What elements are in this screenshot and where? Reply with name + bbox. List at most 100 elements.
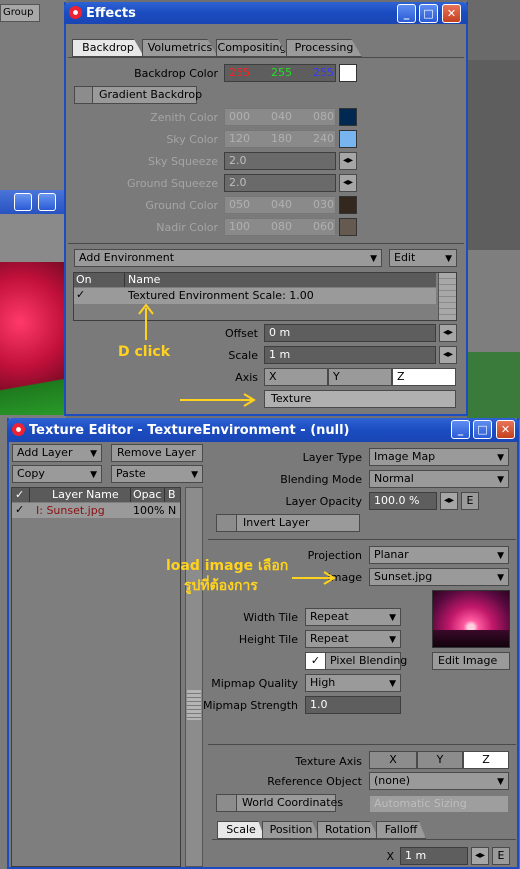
sky-squeeze-field[interactable]: 2.0 [224,152,336,170]
maximize-icon[interactable]: □ [473,420,492,439]
x-value-field[interactable]: 1 m [400,847,468,865]
ground-r[interactable]: 050 [229,197,250,213]
tab-processing[interactable]: Processing [286,39,362,57]
zenith-color-field[interactable]: 000 040 080 [224,108,336,126]
copy-dropdown[interactable]: Copy [12,465,102,483]
backdrop-r-value[interactable]: 255 [229,65,250,81]
zenith-r[interactable]: 000 [229,109,250,125]
gradient-checkbox[interactable] [75,87,93,103]
maximize-icon[interactable]: □ [419,4,438,23]
texture-button[interactable]: Texture [264,390,456,408]
backdrop-color-field[interactable]: 255 255 255 [224,64,336,82]
x-slider-icon[interactable]: ◂▸ [471,847,489,865]
col-on[interactable]: On [76,273,92,286]
tab-scale[interactable]: Scale [217,821,265,839]
invert-checkbox[interactable] [217,515,237,531]
zenith-color-swatch[interactable] [339,108,357,126]
height-tile-dropdown[interactable]: Repeat [305,630,401,648]
checkmark-icon[interactable]: ✓ [15,503,24,516]
texture-editor-titlebar[interactable]: Texture Editor - TextureEnvironment - (n… [7,418,519,442]
nadir-b[interactable]: 060 [313,219,334,235]
sky-b[interactable]: 240 [313,131,334,147]
checkmark-icon[interactable]: ✓ [15,488,24,501]
layer-type-dropdown[interactable]: Image Map [369,448,509,466]
x-envelope-button[interactable]: E [492,847,510,865]
sky-color-swatch[interactable] [339,130,357,148]
width-tile-dropdown[interactable]: Repeat [305,608,401,626]
environment-list-scrollbar[interactable] [438,273,456,320]
checkmark-icon[interactable]: ✓ [76,288,85,301]
remove-layer-button[interactable]: Remove Layer [111,444,203,462]
minimize-icon[interactable]: _ [451,420,470,439]
environment-row[interactable]: ✓ Textured Environment Scale: 1.00 [74,288,436,304]
nadir-color-swatch[interactable] [339,218,357,236]
ground-squeeze-field[interactable]: 2.0 [224,174,336,192]
layer-opacity-field[interactable]: 100.0 % [369,492,437,510]
tab-rotation[interactable]: Rotation [317,821,379,839]
ground-color-swatch[interactable] [339,196,357,214]
group-tab[interactable]: Group [0,4,40,22]
axis-x-button[interactable]: X [264,368,328,386]
scale-slider-icon[interactable]: ◂▸ [439,346,457,364]
offset-field[interactable]: 0 m [264,324,436,342]
layer-opacity-slider-icon[interactable]: ◂▸ [440,492,458,510]
texture-axis-y-button[interactable]: Y [417,751,463,769]
close-icon[interactable]: ✕ [496,420,515,439]
mipmap-quality-dropdown[interactable]: High [305,674,401,692]
mipmap-strength-field[interactable]: 1.0 [305,696,401,714]
sky-color-field[interactable]: 120 180 240 [224,130,336,148]
ground-squeeze-slider-icon[interactable]: ◂▸ [339,174,357,192]
col-layer-name[interactable]: Layer Name [52,488,119,501]
zenith-b[interactable]: 080 [313,109,334,125]
bg-minimize-icon[interactable] [14,193,32,211]
col-name[interactable]: Name [128,273,160,286]
edit-image-button[interactable]: Edit Image [432,652,510,670]
axis-z-button[interactable]: Z [392,368,456,386]
gradient-backdrop-button[interactable]: Gradient Backdrop [74,86,202,104]
ground-b[interactable]: 030 [313,197,334,213]
nadir-color-field[interactable]: 100 080 060 [224,218,336,236]
invert-layer-button[interactable]: Invert Layer [216,514,360,532]
checkmark-icon[interactable]: ✓ [306,653,326,669]
tab-volumetrics[interactable]: Volumetrics [142,39,218,57]
texture-axis-z-button[interactable]: Z [463,751,509,769]
blending-mode-dropdown[interactable]: Normal [369,470,509,488]
tab-compositing[interactable]: Compositing [216,39,288,57]
add-layer-dropdown[interactable]: Add Layer [12,444,102,462]
paste-dropdown[interactable]: Paste [111,465,203,483]
layer-row[interactable]: ✓ I: Sunset.jpg 100% N [12,503,180,518]
tab-falloff[interactable]: Falloff [376,821,426,839]
automatic-sizing-button[interactable]: Automatic Sizing [369,795,509,813]
minimize-icon[interactable]: _ [397,4,416,23]
world-coordinates-button[interactable]: World Coordinates [216,794,343,812]
tab-backdrop[interactable]: Backdrop [72,39,144,57]
add-environment-dropdown[interactable]: Add Environment [74,249,382,267]
axis-y-button[interactable]: Y [328,368,392,386]
sky-squeeze-slider-icon[interactable]: ◂▸ [339,152,357,170]
close-icon[interactable]: ✕ [442,4,461,23]
ground-color-field[interactable]: 050 040 030 [224,196,336,214]
col-b[interactable]: B [168,488,176,501]
pixel-blending-toggle[interactable]: ✓ Pixel Blending [305,652,407,670]
nadir-r[interactable]: 100 [229,219,250,235]
sky-r[interactable]: 120 [229,131,250,147]
texture-axis-x-button[interactable]: X [369,751,417,769]
scroll-thumb[interactable] [187,690,201,720]
ground-g[interactable]: 040 [271,197,292,213]
bg-maximize-icon[interactable] [38,193,56,211]
backdrop-g-value[interactable]: 255 [271,65,292,81]
effects-titlebar[interactable]: Effects _ □ ✕ [64,2,468,24]
tab-position[interactable]: Position [262,821,320,839]
offset-slider-icon[interactable]: ◂▸ [439,324,457,342]
zenith-g[interactable]: 040 [271,109,292,125]
scale-field[interactable]: 1 m [264,346,436,364]
reference-object-dropdown[interactable]: (none) [369,772,509,790]
sky-g[interactable]: 180 [271,131,292,147]
nadir-g[interactable]: 080 [271,219,292,235]
edit-dropdown[interactable]: Edit [389,249,457,267]
projection-dropdown[interactable]: Planar [369,546,509,564]
world-checkbox[interactable] [217,795,237,811]
layer-opacity-envelope-button[interactable]: E [461,492,479,510]
image-dropdown[interactable]: Sunset.jpg [369,568,509,586]
col-opac[interactable]: Opac [133,488,161,501]
